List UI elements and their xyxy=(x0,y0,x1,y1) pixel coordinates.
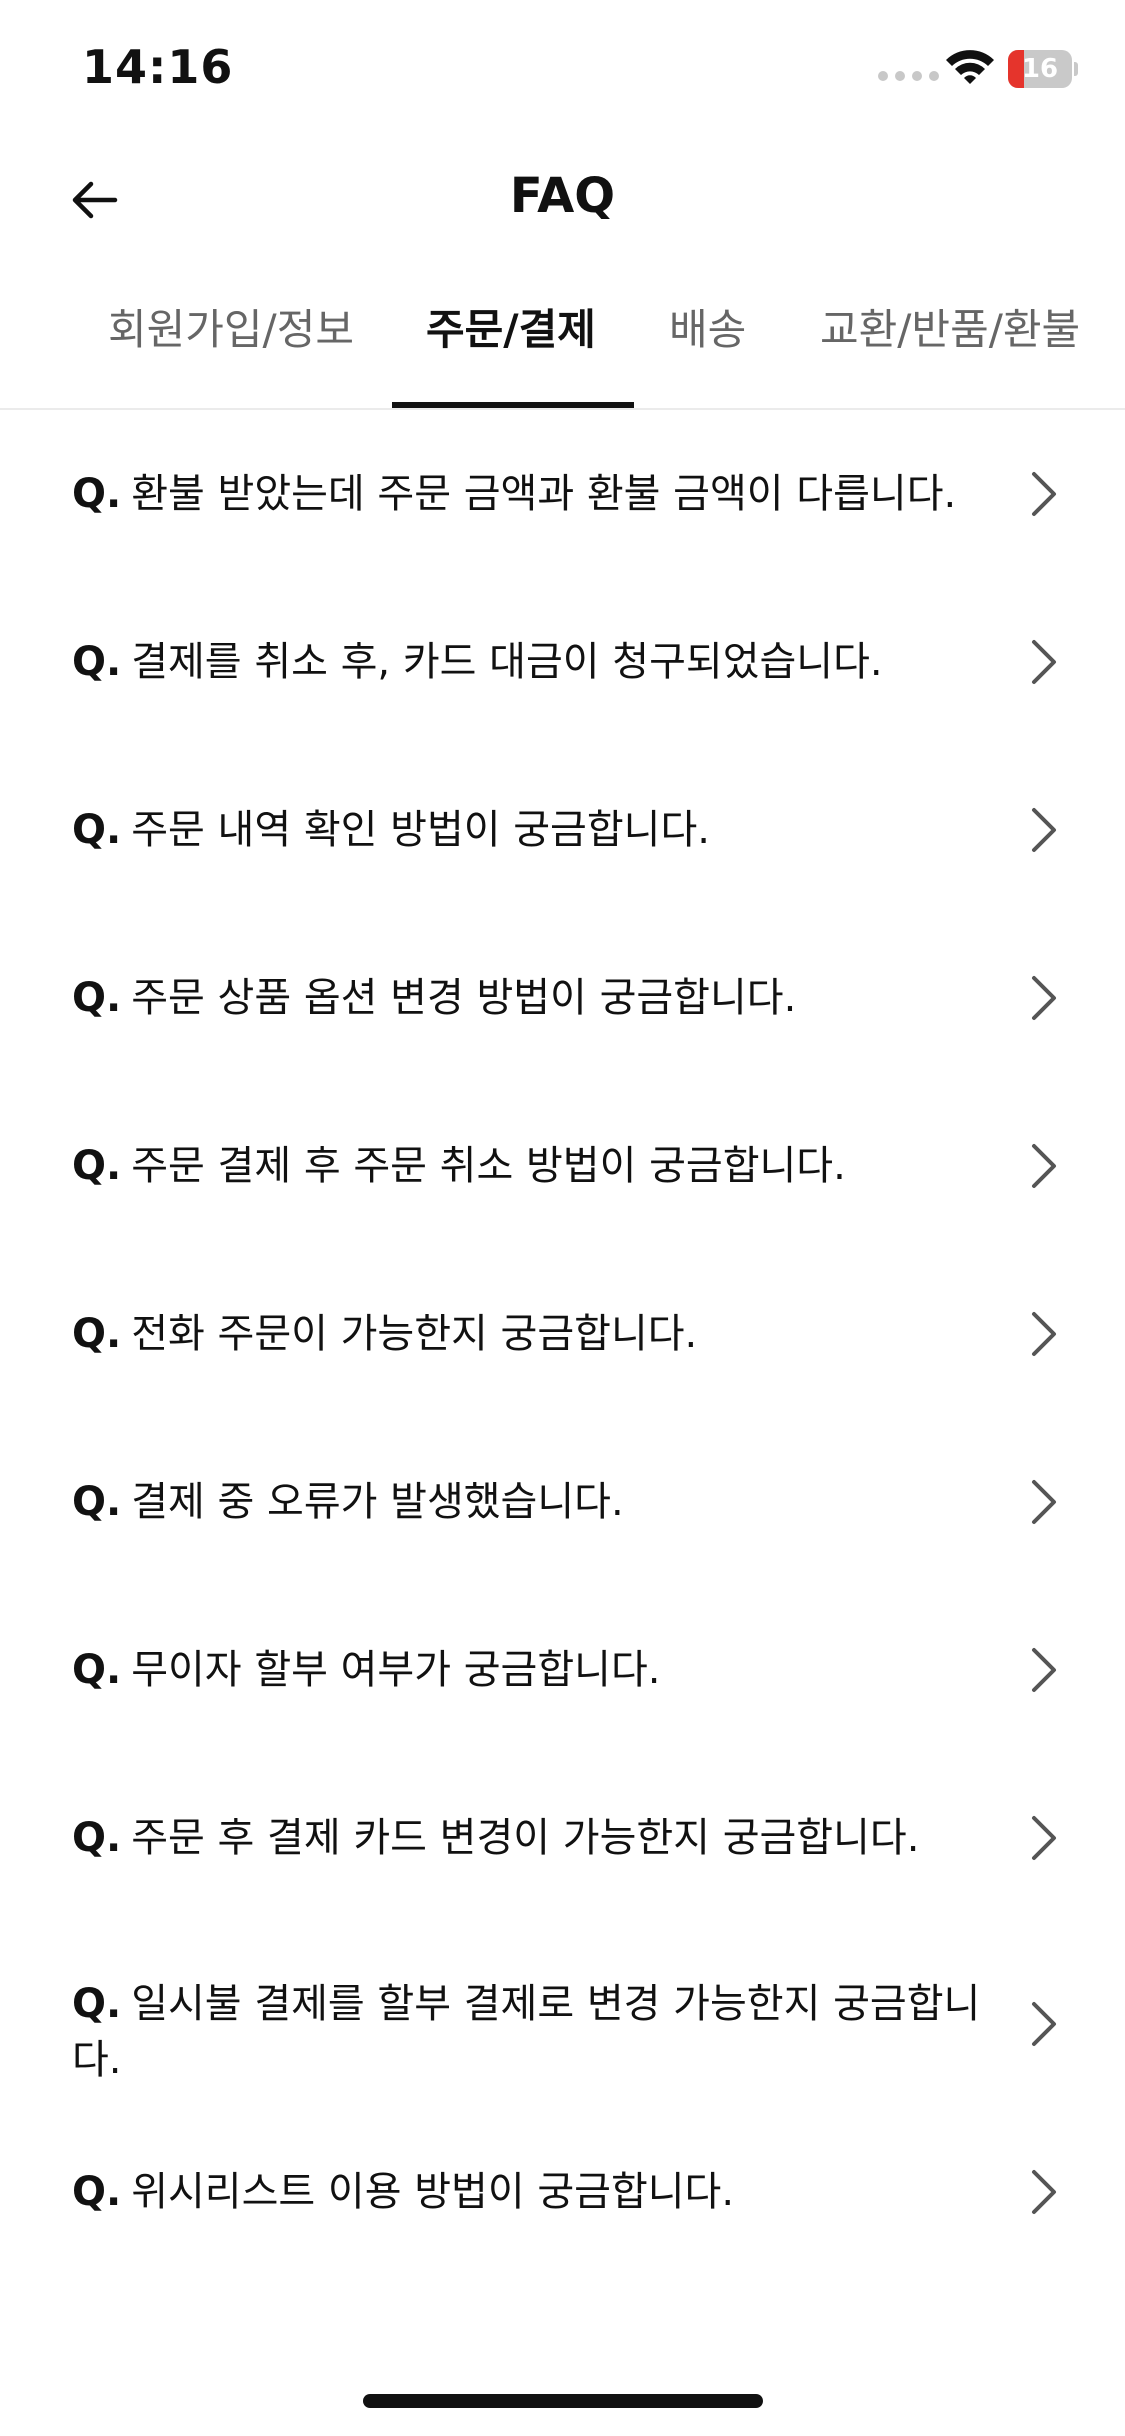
faq-item[interactable]: Q. 주문 결제 후 주문 취소 방법이 궁금합니다. xyxy=(0,1082,1125,1250)
status-time: 14:16 xyxy=(82,40,234,94)
faq-q-prefix: Q. xyxy=(72,975,122,1021)
faq-screen: 14:16 16 FAQ 회원가입/정보 주문/결제 배송 교환/반품/환불 Q… xyxy=(0,0,1125,2436)
faq-question: Q. 환불 받았는데 주문 금액과 환불 금액이 다릅니다. xyxy=(72,466,1002,522)
chevron-right-icon xyxy=(1032,2170,1056,2214)
chevron-right-icon xyxy=(1032,808,1056,852)
faq-question-text: 환불 받았는데 주문 금액과 환불 금액이 다릅니다. xyxy=(131,471,957,517)
faq-question-text: 주문 결제 후 주문 취소 방법이 궁금합니다. xyxy=(131,1143,846,1189)
faq-q-prefix: Q. xyxy=(72,1311,122,1357)
faq-question-text: 주문 내역 확인 방법이 궁금합니다. xyxy=(131,807,710,853)
tab-exchange-return-refund[interactable]: 교환/반품/환불 xyxy=(820,296,1080,357)
wifi-icon xyxy=(946,50,994,84)
faq-question: Q. 주문 내역 확인 방법이 궁금합니다. xyxy=(72,802,1002,858)
faq-question-text: 주문 후 결제 카드 변경이 가능한지 궁금합니다. xyxy=(131,1815,920,1861)
faq-question-text: 결제 중 오류가 발생했습니다. xyxy=(131,1479,624,1525)
faq-question-text: 무이자 할부 여부가 궁금합니다. xyxy=(131,1647,661,1693)
chevron-right-icon xyxy=(1032,1312,1056,1356)
status-bar: 14:16 16 xyxy=(0,0,1125,140)
category-tabs: 회원가입/정보 주문/결제 배송 교환/반품/환불 xyxy=(0,260,1125,410)
chevron-right-icon xyxy=(1032,1144,1056,1188)
faq-q-prefix: Q. xyxy=(72,471,122,517)
tab-shipping[interactable]: 배송 xyxy=(669,296,746,357)
faq-question: Q. 주문 상품 옵션 변경 방법이 궁금합니다. xyxy=(72,970,1002,1026)
chevron-right-icon xyxy=(1032,472,1056,516)
faq-item[interactable]: Q. 주문 상품 옵션 변경 방법이 궁금합니다. xyxy=(0,914,1125,1082)
faq-question-text: 일시불 결제를 할부 결제로 변경 가능한지 궁금합니다. xyxy=(72,1981,981,2083)
faq-question: Q. 전화 주문이 가능한지 궁금합니다. xyxy=(72,1306,1002,1362)
chevron-right-icon xyxy=(1032,640,1056,684)
chevron-right-icon xyxy=(1032,1480,1056,1524)
faq-q-prefix: Q. xyxy=(72,1981,122,2027)
faq-question: Q. 위시리스트 이용 방법이 궁금합니다. xyxy=(72,2164,1002,2220)
header: FAQ xyxy=(0,140,1125,260)
chevron-right-icon xyxy=(1032,2002,1056,2046)
faq-question: Q. 결제를 취소 후, 카드 대금이 청구되었습니다. xyxy=(72,634,1002,690)
faq-item[interactable]: Q. 전화 주문이 가능한지 궁금합니다. xyxy=(0,1250,1125,1418)
tab-member-info[interactable]: 회원가입/정보 xyxy=(108,296,354,357)
faq-list: Q. 환불 받았는데 주문 금액과 환불 금액이 다릅니다. Q. 결제를 취소 후… xyxy=(0,410,1125,2294)
faq-question: Q. 무이자 할부 여부가 궁금합니다. xyxy=(72,1642,1002,1698)
faq-item[interactable]: Q. 위시리스트 이용 방법이 궁금합니다. xyxy=(0,2126,1125,2294)
faq-q-prefix: Q. xyxy=(72,1815,122,1861)
signal-dots-icon xyxy=(878,71,939,81)
faq-item[interactable]: Q. 환불 받았는데 주문 금액과 환불 금액이 다릅니다. xyxy=(0,410,1125,578)
faq-item[interactable]: Q. 일시불 결제를 할부 결제로 변경 가능한지 궁금합니다. xyxy=(0,1922,1125,2126)
faq-item[interactable]: Q. 무이자 할부 여부가 궁금합니다. xyxy=(0,1586,1125,1754)
battery-level: 16 xyxy=(1021,54,1059,84)
faq-question-text: 위시리스트 이용 방법이 궁금합니다. xyxy=(131,2169,735,2215)
faq-question-text: 전화 주문이 가능한지 궁금합니다. xyxy=(131,1311,698,1357)
chevron-right-icon xyxy=(1032,976,1056,1020)
page-title: FAQ xyxy=(509,168,616,224)
faq-q-prefix: Q. xyxy=(72,2169,122,2215)
faq-q-prefix: Q. xyxy=(72,1143,122,1189)
faq-q-prefix: Q. xyxy=(72,1479,122,1525)
faq-question-text: 결제를 취소 후, 카드 대금이 청구되었습니다. xyxy=(131,639,883,685)
faq-q-prefix: Q. xyxy=(72,1647,122,1693)
faq-question: Q. 일시불 결제를 할부 결제로 변경 가능한지 궁금합니다. xyxy=(72,1976,1002,2088)
chevron-right-icon xyxy=(1032,1648,1056,1692)
faq-item[interactable]: Q. 주문 후 결제 카드 변경이 가능한지 궁금합니다. xyxy=(0,1754,1125,1922)
faq-question: Q. 주문 후 결제 카드 변경이 가능한지 궁금합니다. xyxy=(72,1810,1002,1866)
faq-question-text: 주문 상품 옵션 변경 방법이 궁금합니다. xyxy=(131,975,797,1021)
faq-q-prefix: Q. xyxy=(72,639,122,685)
faq-item[interactable]: Q. 결제 중 오류가 발생했습니다. xyxy=(0,1418,1125,1586)
tab-order-payment[interactable]: 주문/결제 xyxy=(426,296,596,357)
faq-q-prefix: Q. xyxy=(72,807,122,853)
battery-icon: 16 xyxy=(1008,50,1078,88)
faq-item[interactable]: Q. 주문 내역 확인 방법이 궁금합니다. xyxy=(0,746,1125,914)
active-tab-indicator xyxy=(392,402,634,408)
faq-question: Q. 주문 결제 후 주문 취소 방법이 궁금합니다. xyxy=(72,1138,1002,1194)
faq-question: Q. 결제 중 오류가 발생했습니다. xyxy=(72,1474,1002,1530)
faq-item[interactable]: Q. 결제를 취소 후, 카드 대금이 청구되었습니다. xyxy=(0,578,1125,746)
home-indicator[interactable] xyxy=(363,2394,763,2408)
chevron-right-icon xyxy=(1032,1816,1056,1860)
